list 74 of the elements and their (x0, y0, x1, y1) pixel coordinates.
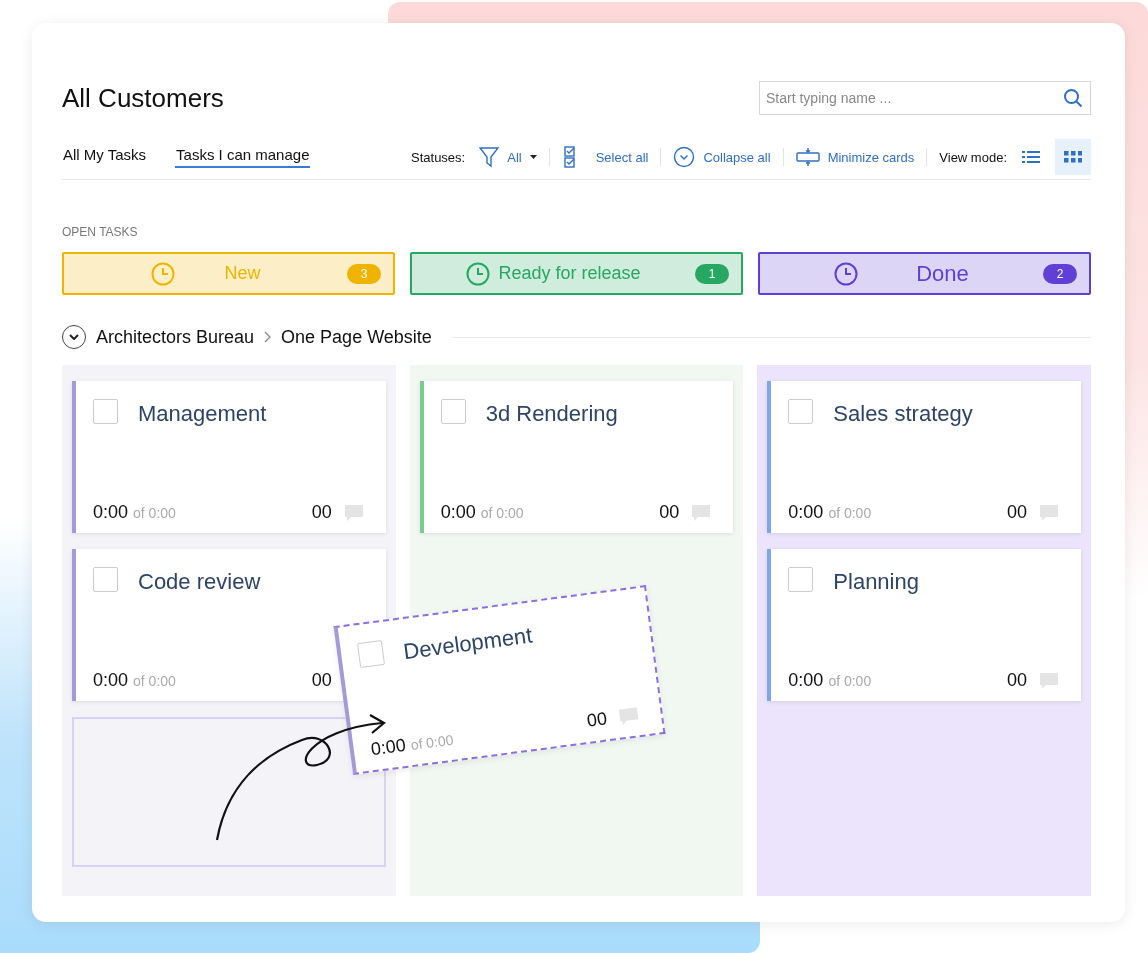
time-estimate: of 0:00 (828, 672, 873, 689)
chevron-circle-icon (673, 146, 696, 168)
tab[interactable]: Tasks I can manage (175, 146, 311, 168)
chevron-right-icon (264, 331, 272, 343)
comment-count: 00 (1006, 670, 1027, 691)
toolbar-link[interactable]: Minimize cards (795, 147, 915, 167)
section-heading: OPEN TASKS (62, 225, 139, 239)
status-header[interactable]: Done 2 (758, 252, 1091, 295)
checkbox[interactable] (788, 567, 814, 592)
checkbox[interactable] (93, 399, 118, 424)
time-estimate: of 0:00 (133, 504, 177, 521)
task-card[interactable]: 3d Rendering 0:00 of 0:00 00 (419, 381, 734, 533)
comment-count: 00 (585, 708, 609, 732)
checkbox[interactable] (357, 640, 386, 669)
task-card[interactable]: Management 0:00 of 0:00 00 (72, 381, 386, 533)
time-estimate: of 0:00 (409, 730, 456, 753)
project-name[interactable]: One Page Website (281, 326, 432, 348)
comment-icon (1039, 503, 1059, 522)
count-badge: 2 (1043, 263, 1077, 284)
task-card[interactable]: Planning 0:00 of 0:00 00 (767, 549, 1081, 701)
clock-icon (150, 261, 175, 286)
checkbox[interactable] (788, 399, 814, 424)
comment-count: 00 (311, 502, 332, 523)
clock-icon (834, 261, 859, 286)
time-estimate: of 0:00 (133, 672, 177, 689)
page-title: All Customers (62, 82, 224, 114)
filter-icon (479, 146, 500, 168)
task-title: Planning (833, 569, 919, 595)
comment-icon (1039, 671, 1059, 690)
time-spent: 0:00 (440, 502, 476, 523)
time-estimate: of 0:00 (480, 504, 525, 521)
checkbox[interactable] (93, 567, 118, 592)
status-filter[interactable]: All (479, 146, 537, 168)
chevron-icon (69, 334, 79, 340)
client-name[interactable]: Architectors Bureau (96, 326, 255, 348)
comment-icon (343, 503, 364, 522)
time-spent: 0:00 (369, 734, 408, 761)
minimize-icon (795, 147, 820, 167)
time-spent: 0:00 (93, 670, 129, 691)
status-name: Done (916, 260, 969, 287)
search-icon (1063, 88, 1083, 108)
checkbox[interactable] (440, 399, 466, 424)
expand-button[interactable] (62, 325, 86, 349)
search-field[interactable]: Start typing name ... (759, 81, 1091, 115)
comment-count: 00 (311, 670, 332, 691)
clock-icon (466, 261, 491, 286)
time-estimate: of 0:00 (828, 504, 873, 521)
task-title: Sales strategy (833, 401, 973, 427)
time-spent: 0:00 (788, 502, 824, 523)
caret-icon (529, 155, 537, 159)
status-name: New (224, 263, 261, 284)
tab[interactable]: All My Tasks (62, 146, 148, 168)
toolbar-link[interactable]: Collapse all (673, 146, 771, 168)
view-mode-label: View mode: (939, 149, 1007, 165)
toolbar-link[interactable]: Select all (561, 145, 649, 169)
time-spent: 0:00 (788, 670, 824, 691)
task-card[interactable]: Sales strategy 0:00 of 0:00 00 (767, 381, 1081, 533)
task-title: 3d Rendering (485, 401, 618, 427)
comment-icon (617, 705, 640, 727)
task-title: Development (401, 622, 534, 666)
time-spent: 0:00 (93, 502, 129, 523)
comment-count: 00 (1006, 502, 1027, 523)
view-mode-button[interactable] (1055, 139, 1091, 175)
task-title: Management (138, 401, 267, 427)
task-title: Code review (138, 569, 261, 595)
statuses-label: Statuses: (411, 149, 466, 165)
task-card[interactable]: Code review 0:00 of 0:00 00 (72, 549, 386, 701)
comment-count: 00 (659, 502, 680, 523)
count-badge: 1 (695, 263, 729, 284)
count-badge: 3 (347, 263, 381, 284)
comment-icon (691, 503, 712, 522)
status-name: Ready for release (498, 263, 641, 284)
list-icon (1022, 150, 1040, 164)
grid-icon (1064, 151, 1082, 163)
